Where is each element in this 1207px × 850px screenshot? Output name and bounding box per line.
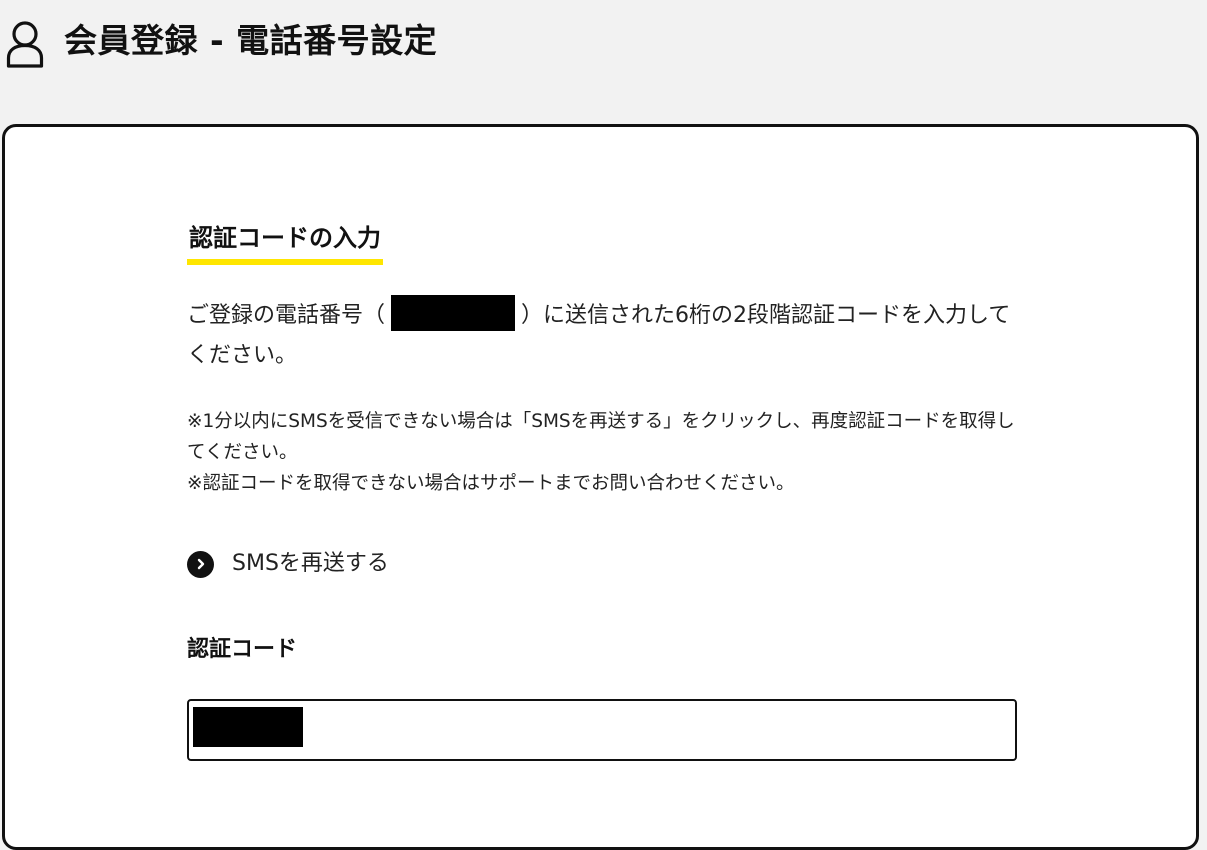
form-content: 認証コードの入力 ご登録の電話番号（ ）に送信された6桁の2段階認証コードを入力し…	[187, 221, 1017, 761]
code-field-label: 認証コード	[187, 637, 298, 662]
resend-sms-label: SMSを再送する	[232, 551, 389, 576]
page-title: 会員登録 - 電話番号設定	[64, 21, 438, 60]
redacted-code-value	[193, 707, 303, 747]
redacted-phone-number	[391, 295, 516, 331]
code-input-wrapper	[187, 699, 1017, 761]
instruction-text: ご登録の電話番号（ ）に送信された6桁の2段階認証コードを入力してください。	[187, 295, 1017, 376]
resend-sms-link[interactable]: SMSを再送する	[187, 549, 417, 579]
verification-code-input[interactable]	[187, 699, 1017, 761]
user-icon	[6, 21, 44, 68]
note-support: ※認証コードを取得できない場合はサポートまでお問い合わせください。	[187, 473, 795, 494]
registration-card: 認証コードの入力 ご登録の電話番号（ ）に送信された6桁の2段階認証コードを入力し…	[2, 124, 1199, 850]
page-header: 会員登録 - 電話番号設定	[0, 0, 1207, 90]
note-resend: ※1分以内にSMSを受信できない場合は「SMSを再送する」をクリックし、再度認証…	[187, 411, 1015, 463]
instruction-prefix: ご登録の電話番号（	[187, 303, 386, 328]
section-title: 認証コードの入力	[187, 221, 383, 265]
chevron-right-circle-icon	[187, 550, 214, 578]
notes: ※1分以内にSMSを受信できない場合は「SMSを再送する」をクリックし、再度認証…	[187, 406, 1017, 499]
